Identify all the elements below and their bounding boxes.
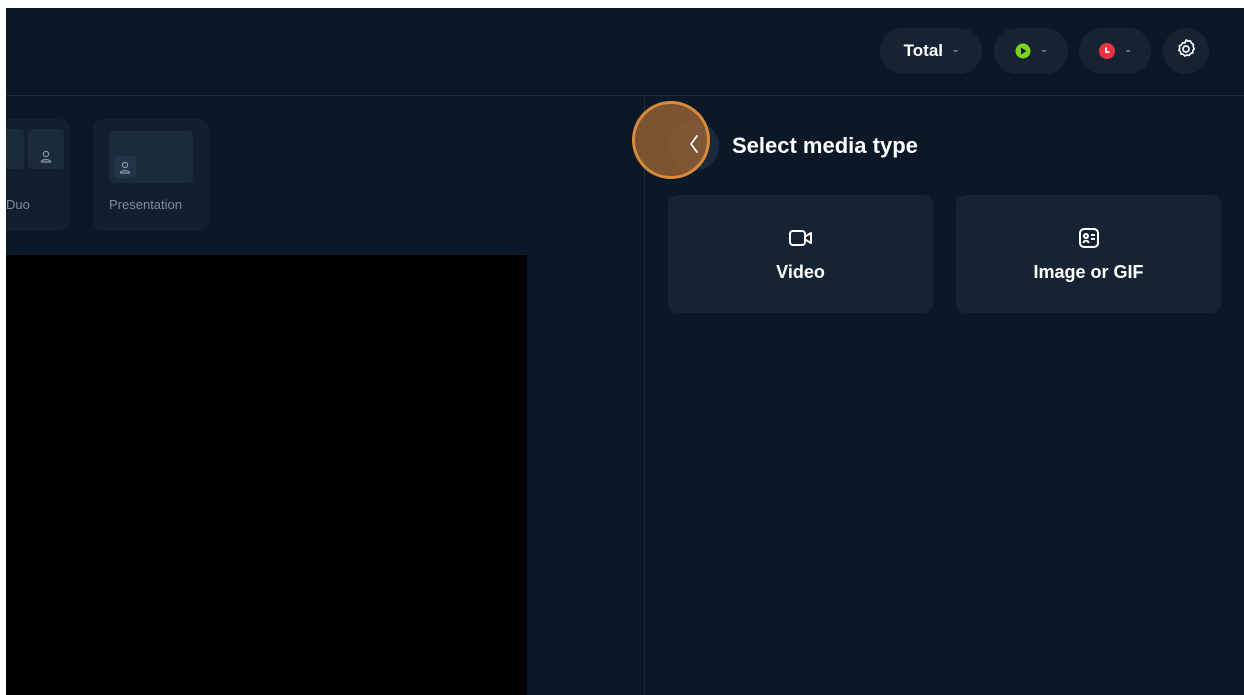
live-counter[interactable]: - — [994, 28, 1068, 74]
layout-label-presentation: Presentation — [109, 197, 182, 212]
top-bar: Total - - - — [6, 8, 1244, 96]
live-value: - — [1041, 42, 1047, 59]
video-camera-icon — [788, 226, 814, 250]
duo-thumb-left — [6, 129, 24, 169]
total-value: - — [953, 42, 959, 59]
panel-title: Select media type — [732, 133, 918, 158]
video-preview — [6, 255, 527, 695]
layout-card-duo[interactable]: Duo — [6, 119, 70, 231]
layout-card-presentation[interactable]: Presentation — [93, 119, 209, 231]
panel-divider — [644, 97, 645, 695]
user-icon — [114, 156, 136, 178]
play-icon — [1015, 43, 1031, 59]
gear-icon — [1175, 38, 1197, 65]
media-type-image-button[interactable]: Image or GIF — [956, 195, 1221, 313]
chevron-left-icon[interactable] — [686, 132, 702, 161]
record-clock-icon — [1099, 43, 1116, 59]
app-window: Total - - - Duo Presentation Select medi… — [6, 8, 1244, 695]
image-card-icon — [1077, 226, 1101, 250]
settings-button[interactable] — [1163, 28, 1209, 74]
layout-label-duo: Duo — [6, 197, 30, 212]
user-icon — [35, 145, 57, 167]
layout-area: Duo Presentation — [6, 97, 644, 695]
total-counter[interactable]: Total - — [880, 28, 982, 74]
media-type-label-video: Video — [776, 261, 825, 282]
record-counter[interactable]: - — [1079, 28, 1151, 74]
media-type-label-image: Image or GIF — [1033, 261, 1144, 282]
record-value: - — [1125, 42, 1131, 59]
total-label: Total — [903, 41, 944, 60]
media-type-video-button[interactable]: Video — [668, 195, 933, 313]
